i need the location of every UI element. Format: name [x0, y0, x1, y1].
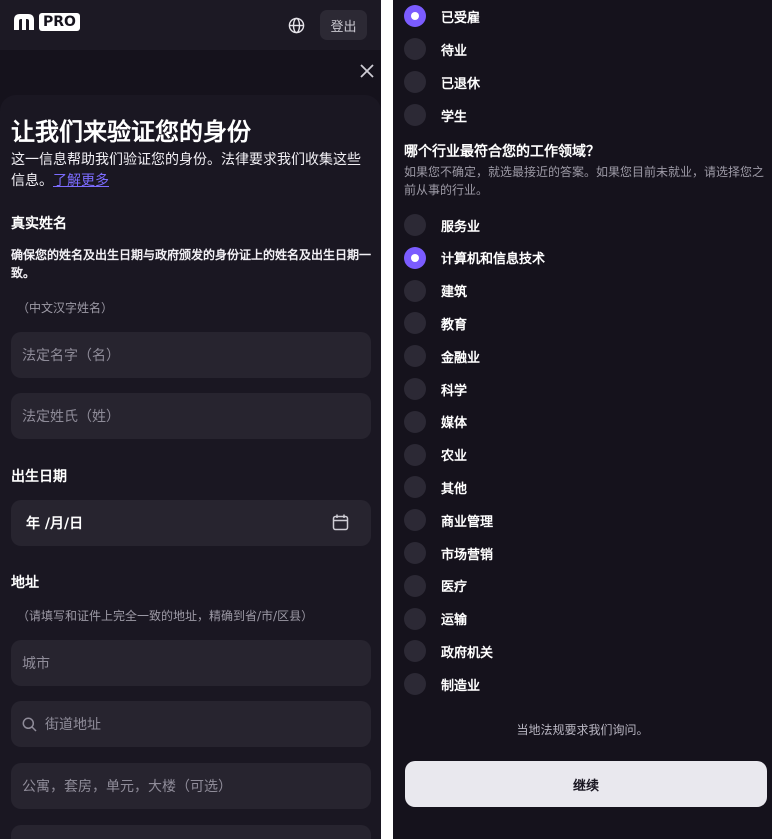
dob-value: 年 /月/日: [26, 516, 84, 532]
top-bar: PRO 登出: [0, 0, 381, 50]
page-title: 让我们来验证您的身份: [11, 118, 251, 146]
industry-option-label: 制造业: [441, 678, 481, 694]
industry-option-label: 建筑: [441, 285, 468, 301]
industry-option[interactable]: 计算机和信息技术: [404, 246, 545, 270]
radio-unselected-icon[interactable]: [404, 509, 426, 532]
identity-form-panel: PRO 登出 让我们来验证您的身份 这一信息帮助我们验证您的身份。法律要求我们收…: [0, 0, 381, 839]
radio-unselected-icon[interactable]: [404, 410, 426, 433]
address-hint: （请填写和证件上完全一致的地址，精确到省/市/区县）: [17, 609, 314, 623]
radio-unselected-icon[interactable]: [404, 378, 426, 400]
industry-option-label: 政府机关: [441, 645, 494, 661]
employment-panel: 已受雇待业已退休学生 哪个行业最符合您的工作领域？ 如果您不确定，就选最接近的答…: [393, 0, 772, 839]
employment-option-label: 已退休: [441, 76, 481, 92]
logo[interactable]: PRO: [13, 13, 80, 31]
employment-option[interactable]: 学生: [404, 103, 467, 127]
dob-field[interactable]: 年 /月/日: [11, 500, 371, 546]
legal-name-hint: （中文汉字姓名）: [17, 301, 114, 315]
close-icon[interactable]: [359, 63, 375, 79]
radio-unselected-icon[interactable]: [404, 312, 426, 335]
next-field[interactable]: [11, 825, 371, 839]
logo-pro-badge: PRO: [39, 13, 80, 31]
industry-option-label: 科学: [441, 383, 468, 399]
learn-more-link[interactable]: 了解更多: [53, 173, 109, 189]
radio-unselected-icon[interactable]: [404, 345, 426, 368]
radio-unselected-icon[interactable]: [404, 574, 426, 597]
industry-option[interactable]: 科学: [404, 377, 467, 401]
radio-selected-icon[interactable]: [404, 5, 426, 27]
legal-name-label: 真实姓名: [11, 216, 67, 232]
panel-divider: [381, 0, 393, 839]
radio-unselected-icon[interactable]: [404, 640, 426, 663]
industry-option[interactable]: 商业管理: [404, 508, 493, 532]
employment-option[interactable]: 待业: [404, 37, 467, 61]
radio-unselected-icon[interactable]: [404, 476, 426, 499]
industry-option[interactable]: 媒体: [404, 410, 467, 434]
radio-unselected-icon[interactable]: [404, 38, 426, 60]
radio-unselected-icon[interactable]: [404, 214, 426, 236]
industry-option-label: 运输: [441, 613, 468, 629]
page-description: 这一信息帮助我们验证您的身份。法律要求我们收集这些信息。了解更多: [11, 150, 373, 192]
industry-option[interactable]: 农业: [404, 443, 467, 467]
law-note: 当地法规要求我们询问。: [516, 723, 649, 737]
first-name-field[interactable]: 法定名字（名）: [11, 332, 371, 378]
apartment-placeholder: 公寓，套房，单元，大楼（可选）: [22, 779, 232, 795]
industry-option[interactable]: 金融业: [404, 344, 480, 368]
employment-option[interactable]: 已受雇: [404, 4, 480, 28]
industry-option-label: 服务业: [441, 219, 481, 235]
search-icon: [22, 717, 37, 732]
radio-unselected-icon[interactable]: [404, 279, 426, 302]
industry-option-label: 农业: [441, 449, 468, 465]
radio-unselected-icon[interactable]: [404, 443, 426, 466]
city-placeholder: 城市: [22, 656, 50, 672]
employment-option-label: 学生: [441, 109, 468, 125]
globe-icon[interactable]: [288, 17, 305, 34]
city-field[interactable]: 城市: [11, 640, 371, 686]
industry-option[interactable]: 市场营销: [404, 541, 493, 565]
radio-unselected-icon[interactable]: [404, 104, 426, 126]
industry-option[interactable]: 制造业: [404, 672, 480, 696]
radio-selected-icon[interactable]: [404, 246, 426, 269]
industry-option[interactable]: 服务业: [404, 213, 480, 237]
dob-label: 出生日期: [11, 469, 67, 485]
industry-option-label: 计算机和信息技术: [441, 252, 546, 268]
employment-option-label: 待业: [441, 43, 468, 59]
radio-unselected-icon[interactable]: [404, 71, 426, 93]
industry-option-label: 教育: [441, 317, 468, 333]
industry-hint: 如果您不确定，就选最接近的答案。如果您目前未就业，请选择您之前从事的行业。: [404, 165, 765, 197]
industry-option[interactable]: 医疗: [404, 574, 467, 598]
address-label: 地址: [11, 575, 39, 591]
continue-button[interactable]: 继续: [405, 761, 767, 807]
industry-option-label: 金融业: [441, 350, 481, 366]
last-name-placeholder: 法定姓氏（姓）: [22, 409, 120, 425]
street-field[interactable]: 街道地址: [11, 701, 371, 747]
street-placeholder: 街道地址: [45, 717, 101, 733]
last-name-field[interactable]: 法定姓氏（姓）: [11, 393, 371, 439]
industry-question: 哪个行业最符合您的工作领域？: [404, 144, 600, 160]
calendar-icon[interactable]: [332, 514, 349, 531]
industry-option-label: 商业管理: [441, 514, 494, 530]
industry-option[interactable]: 政府机关: [404, 639, 493, 663]
apartment-field[interactable]: 公寓，套房，单元，大楼（可选）: [11, 763, 371, 809]
industry-option[interactable]: 建筑: [404, 279, 467, 303]
logout-button[interactable]: 登出: [320, 10, 367, 40]
radio-unselected-icon[interactable]: [404, 673, 426, 696]
legal-name-note: 确保您的姓名及出生日期与政府颁发的身份证上的姓名及出生日期一致。: [11, 248, 372, 280]
first-name-placeholder: 法定名字（名）: [22, 348, 120, 364]
employment-option[interactable]: 已退休: [404, 70, 480, 94]
radio-unselected-icon[interactable]: [404, 607, 426, 630]
industry-option-label: 市场营销: [441, 547, 494, 563]
industry-option-label: 医疗: [441, 580, 468, 596]
industry-option[interactable]: 运输: [404, 607, 467, 631]
logo-mark-icon: [14, 14, 34, 30]
employment-option-label: 已受雇: [441, 10, 481, 26]
industry-option[interactable]: 其他: [404, 475, 467, 499]
industry-option-label: 媒体: [441, 416, 468, 432]
radio-unselected-icon[interactable]: [404, 542, 426, 564]
industry-option[interactable]: 教育: [404, 311, 467, 335]
industry-option-label: 其他: [441, 481, 468, 497]
